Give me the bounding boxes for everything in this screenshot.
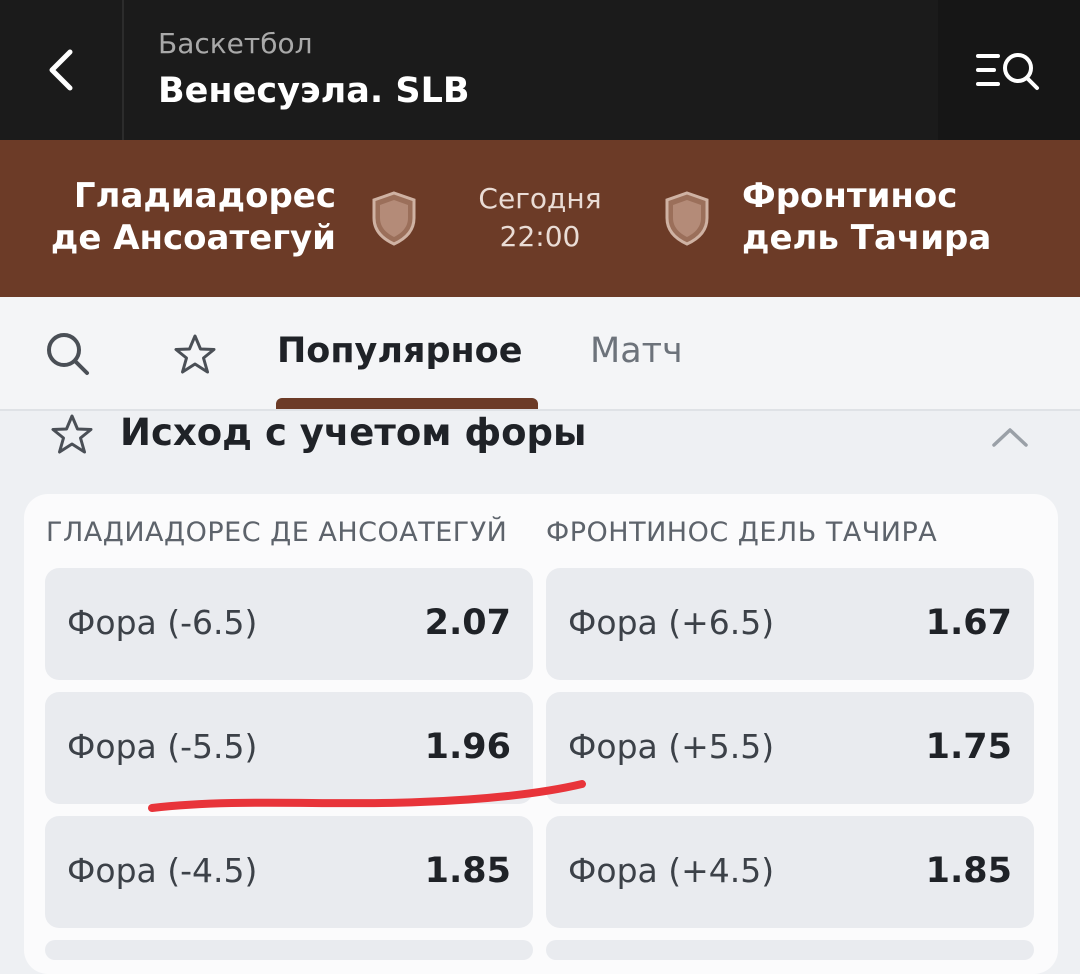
- home-team-name: Гладиадорес де Ансоатегуй: [50, 176, 336, 258]
- bet-odds: 2.07: [424, 603, 511, 643]
- bet-button[interactable]: [546, 940, 1034, 960]
- market-tabs: Популярное Матч: [0, 297, 1080, 411]
- shield-icon: [665, 191, 709, 246]
- bet-label: Фора (+4.5): [568, 851, 775, 890]
- bet-odds: 1.75: [925, 727, 1012, 767]
- match-day: Сегодня: [478, 182, 602, 215]
- match-time: Сегодня 22:00: [440, 180, 640, 256]
- match-clock: 22:00: [499, 220, 581, 253]
- bet-label: Фора (+6.5): [568, 603, 775, 642]
- bet-label: Фора (-4.5): [67, 851, 258, 890]
- tab-match[interactable]: Матч: [590, 327, 683, 375]
- league-title: Венесуэла. SLB: [158, 71, 470, 111]
- star-icon[interactable]: [173, 333, 217, 375]
- tab-popular[interactable]: Популярное: [277, 327, 522, 375]
- bet-odds: 1.96: [424, 727, 511, 767]
- bet-button[interactable]: Фора (+6.5) 1.67: [546, 568, 1034, 680]
- bet-odds: 1.85: [424, 851, 511, 891]
- menu-search-icon: [976, 53, 1039, 90]
- divider: [122, 0, 124, 140]
- away-team-name: Фронтинос дель Тачира: [742, 176, 992, 258]
- active-tab-indicator: [276, 398, 538, 409]
- back-arrow-icon: [49, 49, 73, 91]
- sport-subtitle: Баскетбол: [158, 27, 313, 60]
- bet-button[interactable]: Фора (-4.5) 1.85: [45, 816, 533, 928]
- back-button[interactable]: [0, 0, 122, 140]
- bet-label: Фора (-6.5): [67, 603, 258, 642]
- bet-label: Фора (+5.5): [568, 727, 775, 766]
- top-app-bar: Баскетбол Венесуэла. SLB: [0, 0, 1080, 140]
- bet-button[interactable]: Фора (-5.5) 1.96: [45, 692, 533, 804]
- shield-icon: [372, 191, 416, 246]
- market-section-header[interactable]: Исход с учетом форы: [0, 411, 1080, 481]
- title-block: Баскетбол Венесуэла. SLB: [158, 26, 470, 118]
- bet-odds: 1.85: [925, 851, 1012, 891]
- match-header: Гладиадорес де Ансоатегуй Сегодня 22:00 …: [0, 140, 1080, 297]
- bet-odds: 1.67: [925, 603, 1012, 643]
- bet-button[interactable]: [45, 940, 533, 960]
- search-icon[interactable]: [44, 331, 92, 377]
- bet-button[interactable]: Фора (+5.5) 1.75: [546, 692, 1034, 804]
- section-title: Исход с учетом форы: [120, 411, 587, 454]
- filter-search-button[interactable]: [938, 0, 1080, 140]
- bet-button[interactable]: Фора (-6.5) 2.07: [45, 568, 533, 680]
- bet-label: Фора (-5.5): [67, 727, 258, 766]
- column-header-away: ФРОНТИНОС ДЕЛЬ ТАЧИРА: [546, 517, 938, 548]
- star-icon[interactable]: [50, 413, 94, 455]
- chevron-up-icon[interactable]: [990, 425, 1030, 449]
- bet-button[interactable]: Фора (+4.5) 1.85: [546, 816, 1034, 928]
- column-header-home: ГЛАДИАДОРЕС ДЕ АНСОАТЕГУЙ: [46, 517, 508, 548]
